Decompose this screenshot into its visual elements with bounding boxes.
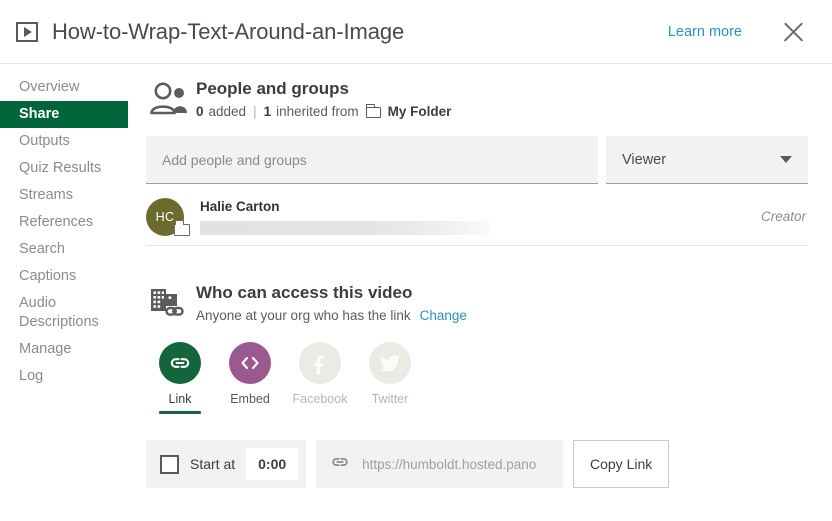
active-underline: [299, 411, 341, 414]
share-dialog: How-to-Wrap-Text-Around-an-Image Learn m…: [0, 0, 832, 521]
active-underline: [229, 411, 271, 414]
share-target-label: Facebook: [292, 392, 348, 406]
header-left-group: How-to-Wrap-Text-Around-an-Image: [16, 19, 668, 45]
share-target-embed[interactable]: Embed: [226, 342, 274, 414]
sidebar-item-streams[interactable]: Streams: [0, 182, 128, 209]
added-label: added: [208, 104, 247, 119]
people-icon: [146, 78, 192, 116]
close-icon[interactable]: [778, 17, 808, 47]
folder-name: My Folder: [387, 104, 452, 119]
sidebar-item-manage[interactable]: Manage: [0, 336, 128, 363]
people-and-groups-text: People and groups 0 added | 1 inherited …: [192, 78, 451, 122]
role-select[interactable]: Viewer: [606, 136, 808, 184]
start-time-input[interactable]: [246, 448, 299, 480]
inherited-label: inherited from: [276, 104, 359, 119]
share-target-twitter[interactable]: Twitter: [366, 342, 414, 414]
share-url-text: https://humboldt.hosted.pano: [362, 456, 537, 472]
learn-more-link[interactable]: Learn more: [668, 24, 742, 40]
add-people-input[interactable]: [146, 136, 598, 184]
sidebar-item-outputs[interactable]: Outputs: [0, 128, 128, 155]
change-access-link[interactable]: Change: [420, 306, 467, 326]
link-icon: [330, 452, 350, 477]
share-panel: People and groups 0 added | 1 inherited …: [128, 64, 832, 521]
sidebar-nav: Overview Share Outputs Quiz Results Stre…: [0, 64, 128, 521]
access-section-text: Who can access this video Anyone at your…: [192, 282, 467, 326]
person-role: Creator: [760, 209, 806, 224]
people-section-title: People and groups: [196, 79, 350, 98]
share-target-link[interactable]: Link: [156, 342, 204, 414]
sidebar-item-quiz-results[interactable]: Quiz Results: [0, 155, 128, 182]
sidebar-item-references[interactable]: References: [0, 209, 128, 236]
dialog-header: How-to-Wrap-Text-Around-an-Image Learn m…: [0, 0, 832, 64]
inherited-count: 1: [263, 104, 272, 119]
sidebar-item-captions[interactable]: Captions: [0, 263, 128, 290]
start-at-checkbox[interactable]: [160, 454, 179, 474]
person-email-redacted: [200, 221, 490, 235]
share-target-label: Link: [168, 392, 192, 406]
active-underline: [159, 411, 201, 414]
access-section-header: Who can access this video Anyone at your…: [146, 268, 808, 326]
code-icon: [229, 342, 271, 384]
avatar: HC: [146, 197, 190, 236]
start-at-label: Start at: [190, 456, 236, 472]
role-select-value: Viewer: [622, 151, 667, 168]
page-title: How-to-Wrap-Text-Around-an-Image: [52, 18, 405, 44]
share-url-box[interactable]: https://humboldt.hosted.pano: [316, 440, 564, 488]
share-target-facebook[interactable]: Facebook: [293, 342, 347, 414]
people-and-groups-header: People and groups 0 added | 1 inherited …: [146, 64, 808, 122]
chevron-down-icon: [780, 156, 792, 163]
added-count: 0: [196, 104, 204, 119]
separator: |: [253, 104, 257, 119]
add-people-row: Viewer: [146, 136, 808, 184]
twitter-icon: [369, 342, 411, 384]
facebook-icon: [299, 342, 341, 384]
sidebar-item-audio-descriptions[interactable]: Audio Descriptions: [0, 290, 128, 336]
access-section-title: Who can access this video: [196, 283, 413, 302]
people-section-subtitle: 0 added | 1 inherited from My Folder: [196, 102, 451, 122]
folder-icon: [365, 103, 381, 118]
share-target-label: Twitter: [371, 392, 409, 406]
play-icon: [16, 21, 38, 42]
share-link-row: Start at https://humboldt.hoste: [146, 440, 808, 488]
link-icon: [159, 342, 201, 384]
person-meta: Halie Carton: [200, 198, 761, 235]
sidebar-item-overview[interactable]: Overview: [0, 74, 128, 101]
person-row: HC Halie Carton Creator: [146, 188, 808, 246]
start-at-group: Start at: [146, 440, 307, 488]
access-section-subtitle: Anyone at your org who has the link Chan…: [196, 306, 467, 326]
sidebar-item-search[interactable]: Search: [0, 236, 128, 263]
building-link-icon: [146, 282, 192, 320]
share-target-label: Embed: [230, 392, 270, 406]
sidebar-item-log[interactable]: Log: [0, 363, 128, 390]
sidebar-item-share[interactable]: Share: [0, 101, 128, 128]
dialog-body: Overview Share Outputs Quiz Results Stre…: [0, 64, 832, 521]
active-underline: [369, 411, 411, 414]
folder-icon: [174, 219, 190, 236]
copy-link-button[interactable]: Copy Link: [573, 440, 670, 488]
access-subtitle-text: Anyone at your org who has the link: [196, 308, 411, 323]
share-target-list: Link Embed Facebook Twitter: [146, 342, 808, 414]
person-name: Halie Carton: [200, 199, 280, 214]
